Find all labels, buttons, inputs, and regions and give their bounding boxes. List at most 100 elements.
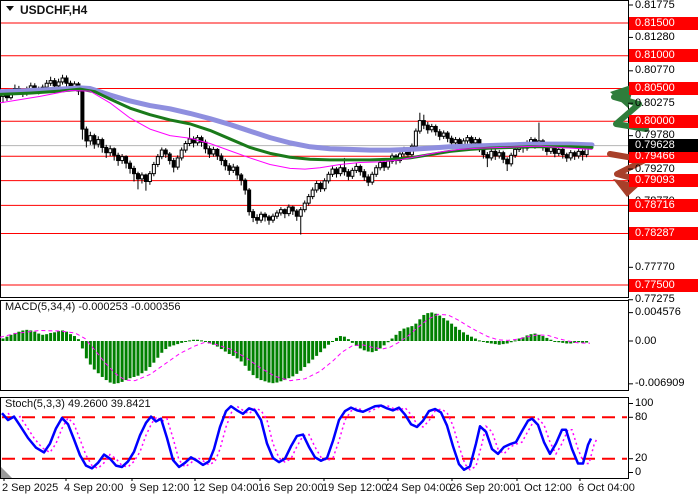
macd-histogram-bar: [140, 341, 144, 374]
macd-histogram-bar: [160, 341, 164, 353]
macd-histogram-bar: [462, 332, 466, 341]
macd-histogram-bar: [196, 339, 200, 341]
macd-histogram-bar: [72, 336, 76, 341]
candle-body: [251, 211, 256, 219]
candle-body: [147, 173, 152, 183]
candle-body: [310, 189, 315, 198]
macd-histogram-bar: [172, 341, 176, 346]
candle-body: [274, 212, 279, 217]
macd-histogram-bar: [88, 341, 92, 365]
macd-histogram-bar: [346, 339, 350, 341]
candle-body: [290, 206, 295, 212]
macd-histogram-bar: [493, 341, 497, 345]
candle-body: [80, 90, 85, 130]
candle-body: [513, 148, 518, 156]
macd-histogram-bar: [406, 327, 410, 341]
candle-body: [338, 167, 343, 175]
macd-histogram-bar: [489, 341, 493, 344]
candle-body: [552, 146, 557, 154]
macd-histogram-bar: [458, 329, 462, 341]
candle-body: [282, 209, 287, 215]
macd-histogram-bar: [501, 341, 505, 345]
macd-histogram-bar: [291, 341, 295, 377]
candle-body: [175, 157, 180, 168]
macd-histogram-bar: [430, 312, 434, 341]
candle-body: [171, 160, 176, 168]
candle-body: [207, 148, 212, 155]
candle-body: [231, 166, 236, 171]
macd-histogram-bar: [473, 338, 477, 341]
candle-body: [576, 150, 581, 157]
macd-histogram-bar: [307, 341, 311, 364]
macd-histogram-bar: [68, 334, 72, 341]
candle-body: [179, 149, 184, 159]
macd-histogram-bar: [585, 341, 589, 343]
candle-body: [247, 189, 252, 213]
macd-histogram-bar: [5, 336, 9, 341]
candle-body: [128, 162, 133, 169]
macd-histogram-bar: [438, 315, 442, 341]
macd-histogram-bar: [108, 341, 112, 383]
macd-histogram-bar: [331, 341, 335, 342]
macd-histogram-bar: [497, 341, 501, 345]
candle-body: [135, 173, 140, 180]
candle-body: [362, 171, 367, 178]
macd-histogram-bar: [120, 341, 124, 382]
macd-histogram-bar: [176, 341, 180, 345]
candle-body: [266, 216, 271, 221]
macd-histogram-bar: [450, 323, 454, 341]
macd-histogram-bar: [84, 341, 88, 359]
candle-body: [489, 150, 494, 159]
macd-histogram-bar: [17, 331, 21, 341]
candle-body: [56, 81, 61, 87]
candle-body: [298, 209, 303, 217]
macd-histogram-bar: [279, 341, 283, 382]
macd-histogram-bar: [287, 341, 291, 379]
macd-histogram-bar: [334, 337, 338, 341]
macd-histogram-bar: [295, 341, 299, 374]
candle-body: [413, 130, 418, 147]
macd-histogram-bar: [418, 319, 422, 341]
candle-body: [306, 196, 311, 204]
macd-histogram-bar: [303, 341, 307, 368]
candle-body: [60, 77, 65, 83]
candle-body: [203, 141, 208, 150]
macd-histogram-bar: [477, 340, 481, 342]
macd-histogram-bar: [239, 341, 243, 362]
macd-histogram-bar: [223, 341, 227, 352]
macd-histogram-bar: [112, 341, 116, 384]
candle-body: [84, 128, 89, 142]
macd-histogram-bar: [505, 341, 509, 344]
macd-histogram-bar: [561, 341, 565, 343]
candle-body: [163, 149, 168, 155]
candle-body: [568, 152, 573, 159]
macd-histogram-bar: [57, 331, 61, 341]
candle-body: [155, 156, 160, 165]
candle-body: [270, 215, 275, 221]
macd-histogram-bar: [180, 341, 184, 343]
candle-body: [124, 156, 129, 164]
candle-body: [227, 165, 232, 171]
macd-histogram-bar: [104, 341, 108, 381]
candle-body: [112, 148, 117, 156]
macd-histogram-bar: [481, 341, 485, 342]
candle-body: [556, 148, 561, 154]
macd-histogram-bar: [386, 341, 390, 343]
candle-body: [88, 135, 93, 142]
macd-histogram-bar: [243, 341, 247, 366]
candle-body: [497, 152, 502, 157]
candle-body: [92, 135, 97, 145]
chart-canvas[interactable]: [0, 0, 700, 500]
macd-histogram-bar: [128, 341, 132, 379]
macd-histogram-bar: [37, 333, 41, 341]
candle-body: [96, 139, 101, 145]
macd-histogram-bar: [124, 341, 128, 381]
candle-body: [350, 169, 355, 177]
macd-histogram-bar: [398, 331, 402, 341]
candle-body: [64, 77, 69, 84]
macd-histogram-bar: [374, 341, 378, 351]
candle-body: [219, 155, 224, 162]
macd-histogram-bar: [426, 313, 430, 341]
macd-histogram-bar: [168, 341, 172, 347]
candle-body: [421, 120, 426, 126]
